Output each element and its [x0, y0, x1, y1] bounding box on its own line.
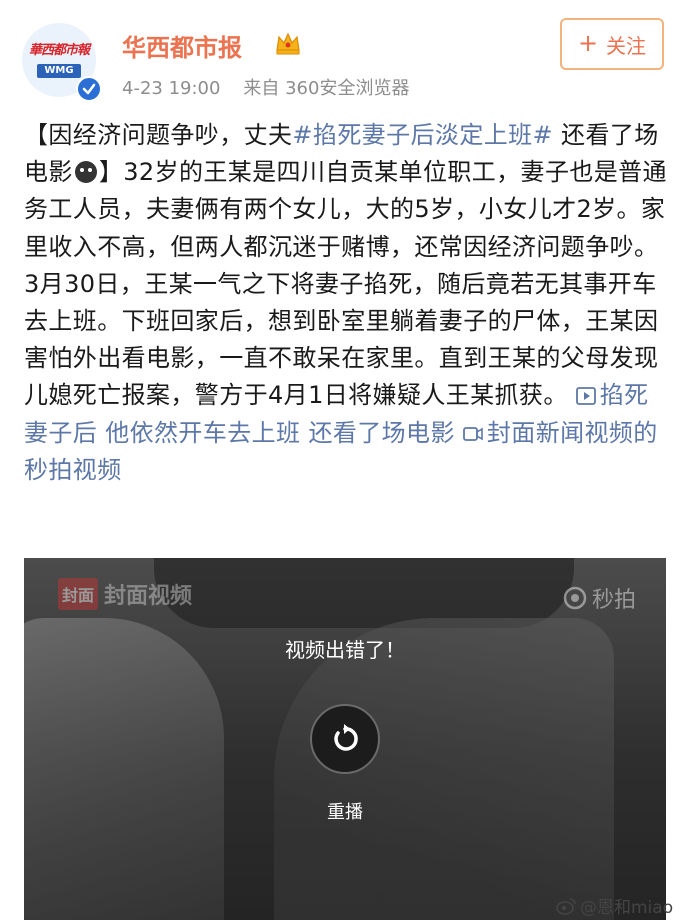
account-name[interactable]: 华西都市报 [122, 28, 242, 63]
avatar-logo-text: 華西都市報 [28, 43, 90, 58]
video-watermark-right: 秒拍 [562, 582, 636, 614]
watermark-brand: 封面视频 [104, 584, 193, 609]
video-error-message: 视频出错了！ [285, 638, 405, 662]
plus-icon: + [577, 29, 599, 57]
avatar-badge: WMG [37, 64, 81, 78]
watermark-badge: 封面 [58, 578, 99, 610]
source-watermark-text: @恩和miao [580, 898, 674, 918]
replay-icon [334, 724, 358, 751]
post-text-intro: 【因经济问题争吵，丈夫 [24, 121, 293, 149]
crying-emoji-icon [74, 161, 97, 184]
post-body: 【因经济问题争吵，丈夫#掐死妻子后淡定上班# 还看了场电影 】32岁的王某是四川自… [24, 117, 669, 489]
weibo-logo-icon [556, 897, 576, 915]
replay-button[interactable] [310, 704, 380, 774]
post-meta: 4-23 19:00 来自 360安全浏览器 [122, 74, 409, 100]
hashtag-link[interactable]: #掐死妻子后淡定上班# [292, 121, 553, 149]
timestamp: 4-23 19:00 [122, 78, 221, 99]
source-watermark: @恩和miao [556, 893, 673, 918]
camera-icon [462, 426, 483, 441]
verified-icon [76, 76, 102, 102]
video-frame-car-door [24, 618, 224, 920]
follow-button[interactable]: + 关注 [560, 18, 664, 70]
post-text-main: 】32岁的王某是四川自贡某单位职工，妻子也是普通务工人员，夫妻俩有两个女儿，大的… [24, 158, 667, 410]
watermark-right-brand: 秒拍 [592, 588, 637, 613]
video-link-icon [575, 387, 596, 406]
post-source: 来自 360安全浏览器 [243, 78, 410, 99]
video-player[interactable]: 封面 封面视频 秒拍 视频出错了！ 重播 [24, 558, 666, 920]
video-frame-car-interior [274, 618, 614, 920]
replay-label: 重播 [327, 802, 363, 823]
miaopai-logo-icon [563, 586, 587, 610]
video-watermark-left: 封面 封面视频 [58, 578, 192, 610]
crown-icon [276, 32, 300, 55]
follow-label: 关注 [606, 33, 647, 58]
post-header: 華西都市報 WMG 华西都市报 4-23 19:00 来自 360安全浏览器 +… [0, 0, 690, 110]
